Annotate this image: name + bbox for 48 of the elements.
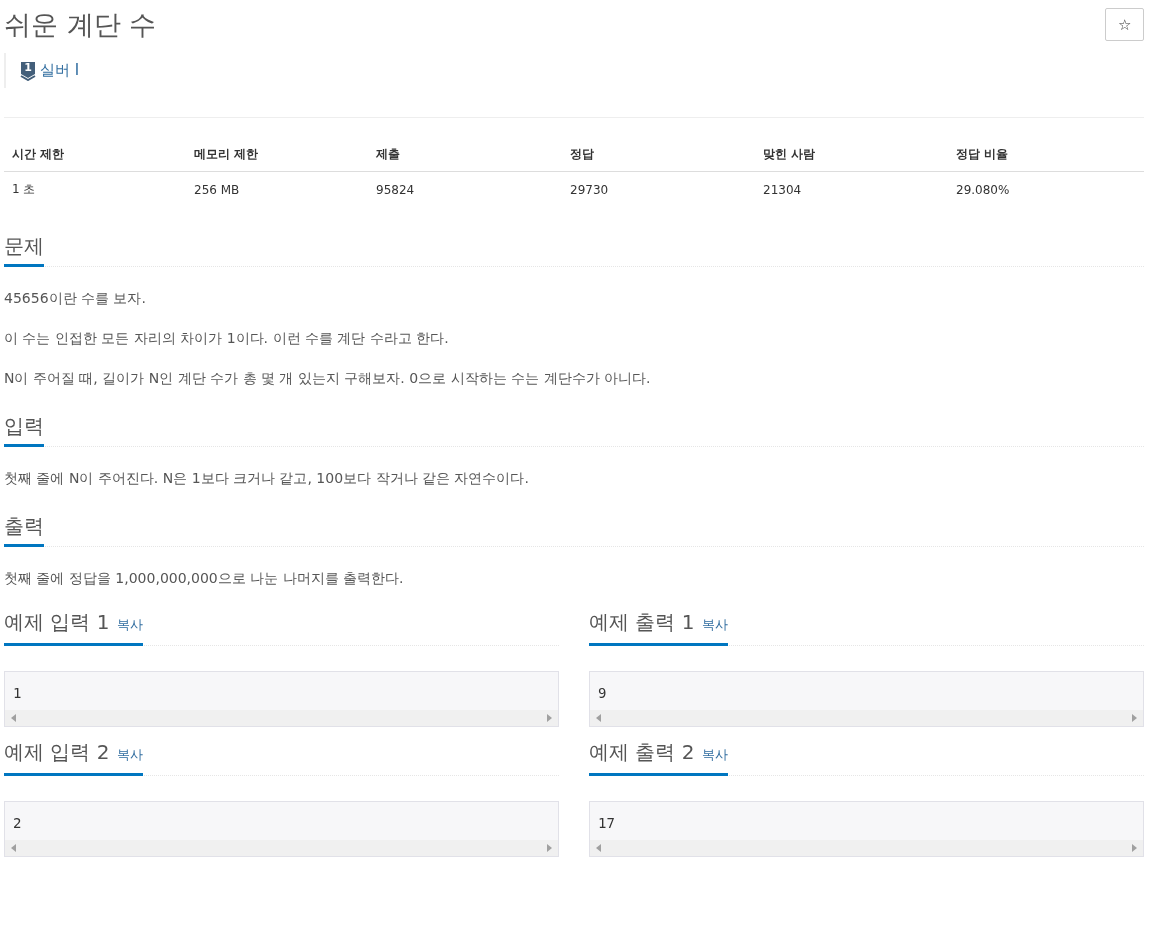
sample-heading: 예제 입력 1 [4, 610, 110, 634]
scroll-left-icon [596, 714, 602, 722]
table-cell: 95824 [368, 171, 562, 207]
copy-link[interactable]: 복사 [702, 617, 729, 632]
scroll-right-icon [1131, 714, 1137, 722]
tier-link[interactable]: 실버 I [40, 61, 80, 80]
table-cell: 1 초 [4, 171, 186, 207]
tier-badge-icon: 1 [20, 60, 36, 81]
paragraph: 첫째 줄에 N이 주어진다. N은 1보다 크거나 같고, 100보다 작거나 같은 자연수이다. [4, 469, 530, 487]
table-cell: 256 MB [186, 171, 368, 207]
scroll-right-icon [546, 844, 552, 852]
scrollbar[interactable] [5, 710, 558, 726]
scroll-right-icon [546, 714, 552, 722]
copy-link[interactable]: 복사 [702, 747, 729, 762]
scrollbar[interactable] [5, 840, 558, 856]
code-text: 9 [597, 684, 608, 703]
sample-heading: 예제 출력 1 [589, 610, 695, 634]
paragraph: 이 수는 인접한 모든 자리의 차이가 1이다. 이런 수를 계단 수라고 한다. [4, 329, 450, 347]
sample-heading: 예제 입력 2 [4, 740, 110, 764]
scroll-right-icon [1131, 844, 1137, 852]
column-header: 시간 제한 [4, 134, 186, 172]
column-header: 정답 비율 [948, 134, 1144, 172]
scrollbar[interactable] [590, 710, 1143, 726]
column-header: 정답 [562, 134, 755, 172]
code-text: 1 [12, 684, 23, 703]
scroll-left-icon [11, 844, 17, 852]
column-header: 제출 [368, 134, 562, 172]
paragraph: N이 주어질 때, 길이가 N인 계단 수가 총 몇 개 있는지 구해보자. 0으로 시작하는 수는 계단수가 아니다. [4, 369, 652, 387]
scroll-left-icon [596, 844, 602, 852]
code-text: 17 [597, 814, 616, 833]
column-header: 메모리 제한 [186, 134, 368, 172]
problem-title: 쉬운 계단 수 [4, 8, 157, 42]
table-cell: 29.080% [948, 171, 1144, 207]
paragraph: 45656이란 수를 보자. [4, 289, 147, 307]
section-heading: 출력 [4, 507, 44, 547]
section-heading: 문제 [4, 227, 44, 267]
sample-heading: 예제 출력 2 [589, 740, 695, 764]
scroll-left-icon [11, 714, 17, 722]
copy-link[interactable]: 복사 [117, 617, 144, 632]
table-cell: 29730 [562, 171, 755, 207]
column-header: 맞힌 사람 [755, 134, 948, 172]
paragraph: 첫째 줄에 정답을 1,000,000,000으로 나눈 나머지를 출력한다. [4, 569, 405, 587]
table-cell: 21304 [755, 171, 948, 207]
favorite-button[interactable]: ☆ [1105, 8, 1144, 41]
code-text: 2 [12, 814, 23, 833]
section-heading: 입력 [4, 407, 44, 447]
copy-link[interactable]: 복사 [117, 747, 144, 762]
scrollbar[interactable] [590, 840, 1143, 856]
